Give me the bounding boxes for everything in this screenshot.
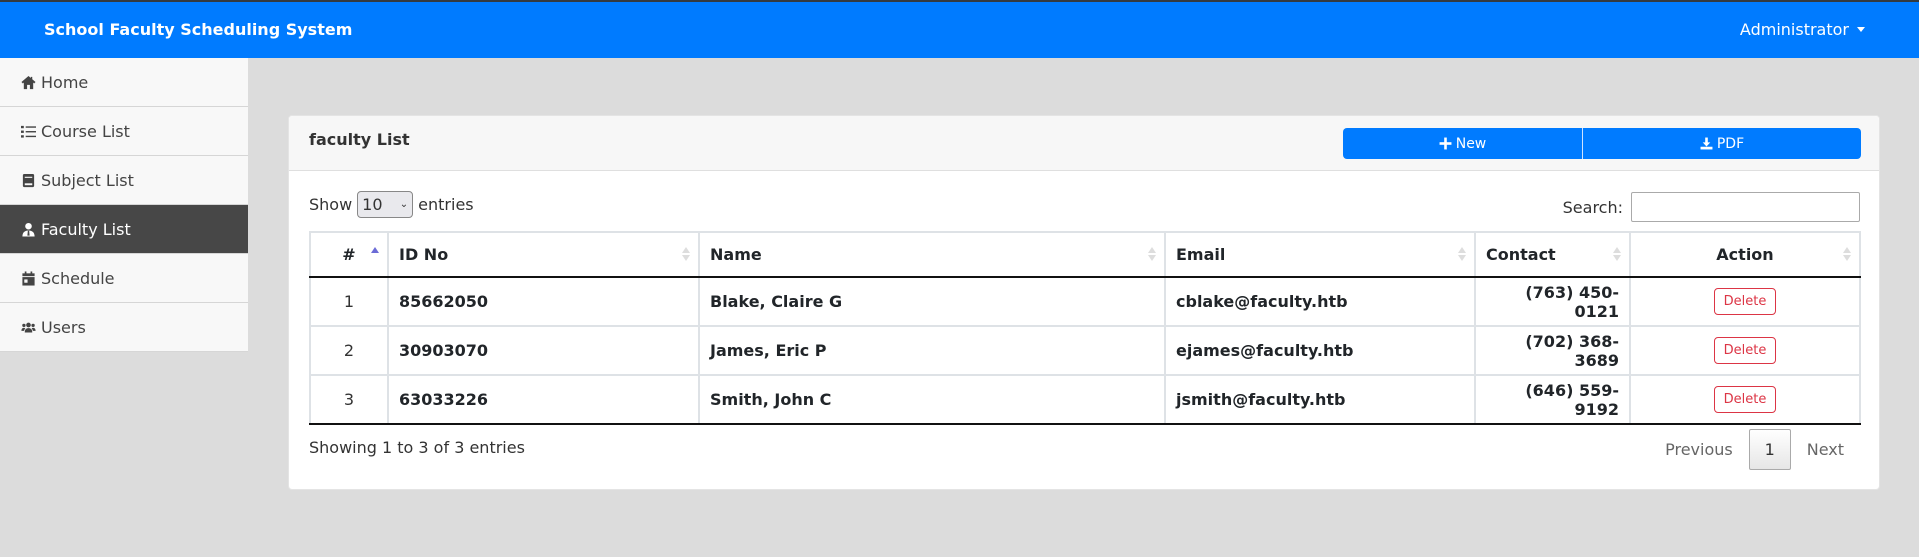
card-title: faculty List xyxy=(309,130,410,149)
search-input[interactable] xyxy=(1631,192,1860,222)
column-header-number[interactable]: # xyxy=(309,231,389,278)
cell-name: Smith, John C xyxy=(698,374,1166,425)
top-navbar: School Faculty Scheduling System Adminis… xyxy=(0,0,1919,58)
user-menu-dropdown[interactable]: Administrator xyxy=(1740,20,1865,39)
faculty-list-card: faculty List New PDF Show 10 ⌄ entries S… xyxy=(288,115,1880,490)
delete-button[interactable]: Delete xyxy=(1713,337,1777,364)
card-actions: New PDF xyxy=(1343,128,1861,159)
cell-contact: (646) 559-9192 xyxy=(1474,374,1631,425)
home-icon xyxy=(20,74,36,90)
column-header-action[interactable]: Action xyxy=(1629,231,1861,278)
sidebar-item-schedule[interactable]: Schedule xyxy=(0,254,248,303)
column-label: Name xyxy=(710,245,762,264)
sidebar-item-subject-list[interactable]: Subject List xyxy=(0,156,248,205)
cell-action: Delete xyxy=(1629,276,1861,327)
column-label: Email xyxy=(1176,245,1226,264)
cell-id-no: 63033226 xyxy=(387,374,700,425)
cell-id-no: 30903070 xyxy=(387,325,700,376)
page-1-button[interactable]: 1 xyxy=(1748,429,1791,470)
entries-per-page-select[interactable]: 10 ⌄ xyxy=(357,191,414,218)
cell-contact: (763) 450-0121 xyxy=(1474,276,1631,327)
new-label: New xyxy=(1455,135,1487,152)
user-tie-icon xyxy=(20,221,36,237)
user-name: Administrator xyxy=(1739,20,1849,39)
column-header-id-no[interactable]: ID No xyxy=(387,231,700,278)
cell-number: 1 xyxy=(309,276,389,327)
book-icon xyxy=(20,172,36,188)
new-faculty-button[interactable]: New xyxy=(1343,128,1583,159)
pdf-label: PDF xyxy=(1716,135,1745,152)
export-pdf-button[interactable]: PDF xyxy=(1583,128,1861,159)
download-icon xyxy=(1700,137,1713,150)
sidebar-item-label: Users xyxy=(41,317,86,337)
previous-page-button[interactable]: Previous xyxy=(1649,440,1749,459)
column-label: Action xyxy=(1716,245,1774,264)
column-header-contact[interactable]: Contact xyxy=(1474,231,1631,278)
sidebar-item-home[interactable]: Home xyxy=(0,58,248,107)
cell-number: 2 xyxy=(309,325,389,376)
faculty-table: # ID No Name Email Contact Action 1 8566… xyxy=(309,231,1861,425)
sort-icon xyxy=(1148,247,1156,263)
sort-ascending-icon xyxy=(371,247,379,263)
sidebar-item-label: Home xyxy=(41,72,89,92)
sidebar-item-users[interactable]: Users xyxy=(0,303,248,352)
cell-email: jsmith@faculty.htb xyxy=(1164,374,1476,425)
sidebar-item-label: Course List xyxy=(41,121,130,141)
sidebar-item-faculty-list[interactable]: Faculty List xyxy=(0,205,248,254)
cell-id-no: 85662050 xyxy=(387,276,700,327)
sidebar-item-label: Subject List xyxy=(41,170,134,190)
cell-action: Delete xyxy=(1629,325,1861,376)
search-label: Search: xyxy=(1562,197,1623,217)
column-label: Contact xyxy=(1486,245,1556,264)
show-entries-control: Show 10 ⌄ entries xyxy=(309,191,474,218)
pagination: Previous 1 Next xyxy=(1649,429,1860,470)
cell-email: cblake@faculty.htb xyxy=(1164,276,1476,327)
table-row: 2 30903070 James, Eric P ejames@faculty.… xyxy=(309,325,1861,376)
cell-number: 3 xyxy=(309,374,389,425)
entries-label: entries xyxy=(418,195,474,214)
cell-contact: (702) 368-3689 xyxy=(1474,325,1631,376)
calendar-icon xyxy=(20,270,36,286)
cell-email: ejames@faculty.htb xyxy=(1164,325,1476,376)
delete-button[interactable]: Delete xyxy=(1713,288,1777,315)
cell-name: James, Eric P xyxy=(698,325,1166,376)
sort-icon xyxy=(1613,247,1621,263)
show-label: Show xyxy=(309,195,353,214)
delete-button[interactable]: Delete xyxy=(1713,386,1777,413)
column-header-email[interactable]: Email xyxy=(1164,231,1476,278)
sidebar: Home Course List Subject List Faculty Li… xyxy=(0,58,248,352)
cell-action: Delete xyxy=(1629,374,1861,425)
sort-icon xyxy=(1843,247,1851,263)
search-control: Search: xyxy=(1563,192,1860,222)
cell-name: Blake, Claire G xyxy=(698,276,1166,327)
sidebar-item-label: Faculty List xyxy=(41,219,131,239)
brand-title[interactable]: School Faculty Scheduling System xyxy=(44,20,352,39)
entries-value: 10 xyxy=(362,195,383,214)
sort-icon xyxy=(682,247,690,263)
table-row: 1 85662050 Blake, Claire G cblake@facult… xyxy=(309,276,1861,327)
column-label: ID No xyxy=(399,245,449,264)
table-row: 3 63033226 Smith, John C jsmith@faculty.… xyxy=(309,374,1861,425)
list-icon xyxy=(20,123,36,139)
next-page-button[interactable]: Next xyxy=(1791,440,1860,459)
column-header-name[interactable]: Name xyxy=(698,231,1166,278)
table-info: Showing 1 to 3 of 3 entries xyxy=(309,438,525,457)
caret-down-icon xyxy=(1857,27,1865,32)
sidebar-item-label: Schedule xyxy=(41,268,115,288)
chevron-down-icon: ⌄ xyxy=(399,199,409,210)
sort-icon xyxy=(1458,247,1466,263)
sidebar-item-course-list[interactable]: Course List xyxy=(0,107,248,156)
column-label: # xyxy=(342,245,356,264)
table-header-row: # ID No Name Email Contact Action xyxy=(309,231,1861,278)
users-icon xyxy=(20,319,36,335)
card-header: faculty List New PDF xyxy=(289,116,1879,171)
plus-icon xyxy=(1439,137,1452,150)
